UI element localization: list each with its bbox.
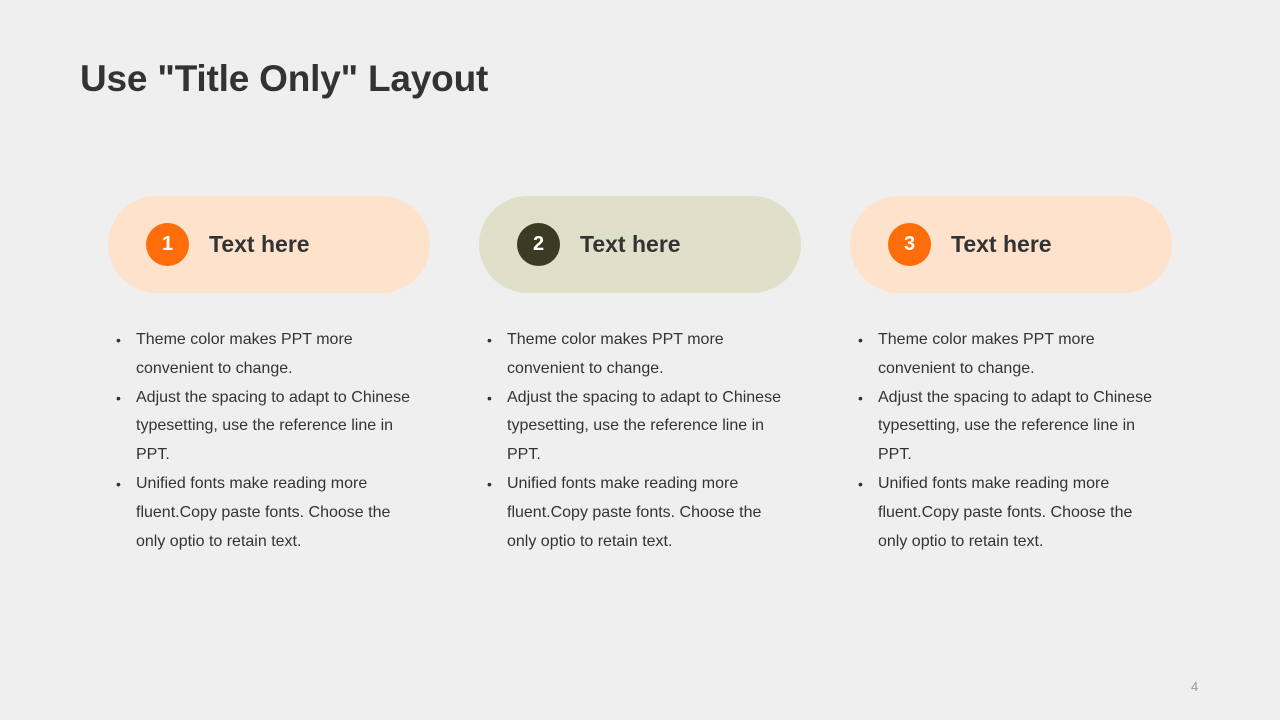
bullet-marker: • — [487, 389, 492, 406]
page-number: 4 — [1191, 679, 1199, 694]
pill-heading-3: Text here — [951, 231, 1052, 257]
bullet-text: Theme color makes PPT more convenient to… — [136, 331, 353, 377]
bullet-item: • Unified fonts make reading more fluent… — [116, 470, 416, 556]
heading-pill-1: 1 Text here — [108, 196, 430, 293]
heading-pill-2: 2 Text here — [479, 196, 801, 293]
bullet-text: Unified fonts make reading more fluent.C… — [507, 474, 762, 550]
bullet-marker: • — [116, 475, 121, 492]
bullet-item: • Adjust the spacing to adapt to Chinese… — [116, 384, 416, 470]
bullet-list-3: • Theme color makes PPT more convenient … — [858, 326, 1158, 556]
number-badge-1: 1 — [146, 223, 189, 266]
number-badge-3: 3 — [888, 223, 931, 266]
bullet-text: Adjust the spacing to adapt to Chinese t… — [136, 388, 410, 464]
bullet-marker: • — [858, 389, 863, 406]
bullet-item: • Adjust the spacing to adapt to Chinese… — [858, 384, 1158, 470]
bullet-text: Adjust the spacing to adapt to Chinese t… — [507, 388, 781, 464]
pill-heading-2: Text here — [580, 231, 681, 257]
bullet-item: • Unified fonts make reading more fluent… — [858, 470, 1158, 556]
bullet-list-2: • Theme color makes PPT more convenient … — [487, 326, 787, 556]
bullet-item: • Theme color makes PPT more convenient … — [858, 326, 1158, 384]
bullet-list-1: • Theme color makes PPT more convenient … — [116, 326, 416, 556]
pill-heading-1: Text here — [209, 231, 310, 257]
bullet-marker: • — [858, 332, 863, 348]
bullet-text: Unified fonts make reading more fluent.C… — [136, 474, 391, 550]
heading-pill-3: 3 Text here — [850, 196, 1172, 293]
bullet-item: • Unified fonts make reading more fluent… — [487, 470, 787, 556]
bullet-marker: • — [116, 332, 121, 348]
feature-column-1: 1 Text here • Theme color makes PPT more… — [108, 196, 430, 550]
bullet-marker: • — [487, 332, 492, 348]
bullet-marker: • — [858, 475, 863, 492]
feature-column-3: 3 Text here • Theme color makes PPT more… — [850, 196, 1172, 550]
feature-column-2: 2 Text here • Theme color makes PPT more… — [479, 196, 801, 550]
bullet-item: • Theme color makes PPT more convenient … — [116, 326, 416, 384]
bullet-text: Theme color makes PPT more convenient to… — [507, 331, 724, 377]
bullet-text: Adjust the spacing to adapt to Chinese t… — [878, 388, 1152, 464]
slide-title: Use "Title Only" Layout — [80, 58, 489, 99]
bullet-text: Unified fonts make reading more fluent.C… — [878, 474, 1133, 550]
bullet-item: • Adjust the spacing to adapt to Chinese… — [487, 384, 787, 470]
bullet-item: • Theme color makes PPT more convenient … — [487, 326, 787, 384]
bullet-text: Theme color makes PPT more convenient to… — [878, 331, 1095, 377]
number-badge-2: 2 — [517, 223, 560, 266]
bullet-marker: • — [487, 475, 492, 492]
bullet-marker: • — [116, 389, 121, 406]
